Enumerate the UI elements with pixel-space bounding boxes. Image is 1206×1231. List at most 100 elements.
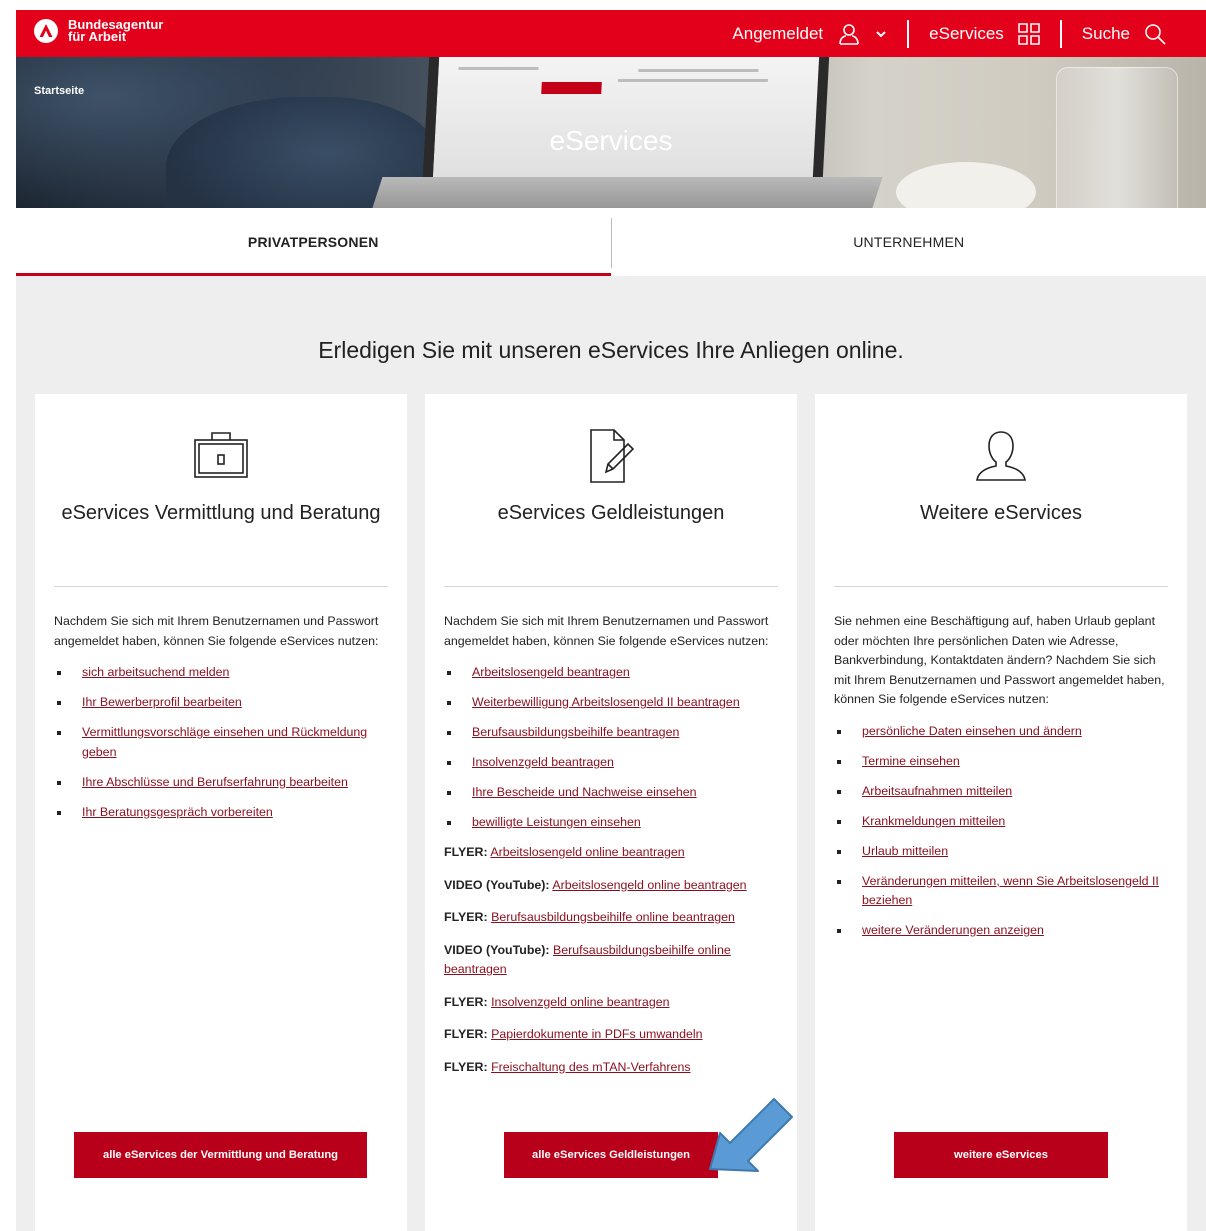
user-icon [839, 23, 859, 45]
flyer-item: FLYER: Papierdokumente in PDFs umwandeln [444, 1025, 783, 1045]
link-arbeitslosengeld[interactable]: Arbeitslosengeld beantragen [472, 665, 630, 679]
card-intro: Sie nehmen eine Beschäftigung auf, haben… [834, 614, 1165, 706]
link-bewilligte-leistungen[interactable]: bewilligte Leistungen einsehen [472, 815, 641, 829]
video-label: VIDEO (YouTube): [444, 942, 550, 957]
flyer-link[interactable]: Arbeitslosengeld online beantragen [490, 845, 684, 859]
flyer-link[interactable]: Insolvenzgeld online beantragen [491, 995, 669, 1009]
grid-icon [1018, 22, 1040, 45]
list-item: weitere Veränderungen anzeigen [834, 921, 1173, 941]
tab-unternehmen[interactable]: UNTERNEHMEN [612, 208, 1206, 276]
list-item: Veränderungen mitteilen, wenn Sie Arbeit… [834, 872, 1173, 911]
link-krankmeldungen[interactable]: Krankmeldungen mitteilen [862, 814, 1005, 828]
ba-logo[interactable]: Bundesagentur für Arbeit [34, 18, 163, 44]
card-intro: Nachdem Sie sich mit Ihrem Benutzernamen… [444, 614, 769, 648]
video-item: VIDEO (YouTube): Arbeitslosengeld online… [444, 876, 783, 896]
tab-privatpersonen[interactable]: PRIVATPERSONEN [16, 208, 611, 276]
document-edit-icon [590, 429, 635, 483]
top-bar: Bundesagentur für Arbeit Angemeldet eSer… [16, 10, 1206, 57]
link-arbeitsuchend-melden[interactable]: sich arbeitsuchend melden [82, 665, 229, 679]
link-persoenliche-daten[interactable]: persönliche Daten einsehen und ändern [862, 724, 1082, 738]
divider [54, 586, 388, 587]
flyer-item: FLYER: Berufsausbildungsbeihilfe online … [444, 908, 783, 928]
link-termine[interactable]: Termine einsehen [862, 754, 960, 768]
hero-banner: Startseite eServices [16, 57, 1206, 208]
divider [444, 586, 778, 587]
hero-image-laptop [422, 57, 830, 187]
flyer-label: FLYER: [444, 845, 488, 859]
list-item: persönliche Daten einsehen und ändern [834, 722, 1173, 742]
link-veraenderungen-alg2[interactable]: Veränderungen mitteilen, wenn Sie Arbeit… [862, 874, 1159, 908]
link-bewerberprofil[interactable]: Ihr Bewerberprofil bearbeiten [82, 695, 242, 709]
list-item: Arbeitsaufnahmen mitteilen [834, 782, 1173, 802]
link-list: Arbeitslosengeld beantragen Weiterbewill… [444, 663, 783, 833]
list-item: Ihr Bewerberprofil bearbeiten [54, 693, 393, 713]
nav-search-label: Suche [1081, 23, 1130, 43]
list-item: Termine einsehen [834, 752, 1173, 772]
search-icon [1145, 23, 1166, 45]
logo-line-2: für Arbeit [68, 29, 127, 44]
flyer-link[interactable]: Papierdokumente in PDFs umwandeln [491, 1027, 702, 1041]
logo-text: Bundesagentur für Arbeit [68, 18, 163, 44]
card-weitere: Weitere eServices Sie nehmen eine Beschä… [815, 394, 1187, 1231]
card-vermittlung: eServices Vermittlung und Beratung Nachd… [35, 394, 407, 1231]
nav-login-label: Angemeldet [732, 23, 824, 43]
breadcrumb[interactable]: Startseite [34, 85, 84, 97]
list-item: Arbeitslosengeld beantragen [444, 663, 783, 683]
link-berufsausbildungsbeihilfe[interactable]: Berufsausbildungsbeihilfe beantragen [472, 725, 679, 739]
link-weitere-veraenderungen[interactable]: weitere Veränderungen anzeigen [862, 923, 1044, 937]
flyer-item: FLYER: Freischaltung des mTAN-Verfahrens [444, 1058, 783, 1078]
list-item: Urlaub mitteilen [834, 842, 1173, 862]
page-frame: Bundesagentur für Arbeit Angemeldet eSer… [16, 10, 1206, 1231]
divider [834, 586, 1168, 587]
flyer-link[interactable]: Berufsausbildungsbeihilfe online beantra… [491, 910, 735, 924]
list-item: bewilligte Leistungen einsehen [444, 813, 783, 833]
link-bescheide[interactable]: Ihre Bescheide und Nachweise einsehen [472, 785, 697, 799]
page-title: eServices [549, 125, 673, 156]
link-urlaub[interactable]: Urlaub mitteilen [862, 844, 948, 858]
video-label: VIDEO (YouTube): [444, 877, 550, 892]
link-abschluesse[interactable]: Ihre Abschlüsse und Berufserfahrung bear… [82, 775, 348, 789]
link-insolvenzgeld[interactable]: Insolvenzgeld beantragen [472, 755, 614, 769]
annotation-arrow-icon [709, 1098, 793, 1172]
link-vermittlungsvorschlaege[interactable]: Vermittlungsvorschläge einsehen und Rück… [82, 725, 367, 759]
list-item: Weiterbewilligung Arbeitslosengeld II be… [444, 693, 783, 713]
list-item: Ihre Abschlüsse und Berufserfahrung bear… [54, 773, 393, 793]
link-beratungsgespraech[interactable]: Ihr Beratungsgespräch vorbereiten [82, 805, 273, 819]
card-intro: Nachdem Sie sich mit Ihrem Benutzernamen… [54, 614, 379, 648]
flyer-link[interactable]: Freischaltung des mTAN-Verfahrens [491, 1060, 690, 1074]
user-icon [976, 431, 1026, 481]
card-title: eServices Geldleistungen [497, 502, 725, 524]
nav-eservices[interactable]: eServices [909, 10, 1060, 57]
weitere-eservices-button[interactable]: weitere eServices [894, 1132, 1108, 1178]
flyer-item: FLYER: Insolvenzgeld online beantragen [444, 993, 783, 1013]
card-title: Weitere eServices [920, 502, 1082, 524]
hero-image-cup [896, 162, 1036, 208]
list-item: Vermittlungsvorschläge einsehen und Rück… [54, 723, 393, 762]
briefcase-icon [194, 432, 248, 478]
audience-tabs: PRIVATPERSONEN UNTERNEHMEN [16, 208, 1206, 276]
link-weiterbewilligung[interactable]: Weiterbewilligung Arbeitslosengeld II be… [472, 695, 740, 709]
chevron-down-icon [876, 30, 886, 37]
list-item: Krankmeldungen mitteilen [834, 812, 1173, 832]
section-headline: Erledigen Sie mit unseren eServices Ihre… [318, 337, 904, 363]
flyer-label: FLYER: [444, 994, 488, 1009]
ba-logo-icon [34, 19, 58, 43]
nav-eservices-label: eServices [929, 23, 1004, 43]
main-nav: Angemeldet eServices Suche [712, 10, 1186, 57]
list-item: Ihre Bescheide und Nachweise einsehen [444, 783, 783, 803]
nav-login-menu[interactable]: Angemeldet [712, 10, 907, 57]
card-title: eServices Vermittlung und Beratung [61, 502, 381, 524]
all-geldleistungen-button[interactable]: alle eServices Geldleistungen [504, 1132, 718, 1178]
all-vermittlung-button[interactable]: alle eServices der Vermittlung und Berat… [74, 1132, 367, 1178]
nav-search[interactable]: Suche [1062, 10, 1186, 57]
link-list: persönliche Daten einsehen und ändern Te… [834, 722, 1173, 941]
flyer-label: FLYER: [444, 1027, 488, 1041]
list-item: Ihr Beratungsgespräch vorbereiten [54, 803, 393, 823]
link-arbeitsaufnahmen[interactable]: Arbeitsaufnahmen mitteilen [862, 784, 1012, 798]
video-item: VIDEO (YouTube): Berufsausbildungsbeihil… [444, 941, 783, 980]
list-item: sich arbeitsuchend melden [54, 663, 393, 683]
list-item: Berufsausbildungsbeihilfe beantragen [444, 723, 783, 743]
flyer-label: FLYER: [444, 1059, 488, 1074]
link-list: sich arbeitsuchend melden Ihr Bewerberpr… [54, 663, 393, 822]
video-link[interactable]: Arbeitslosengeld online beantragen [552, 878, 746, 892]
